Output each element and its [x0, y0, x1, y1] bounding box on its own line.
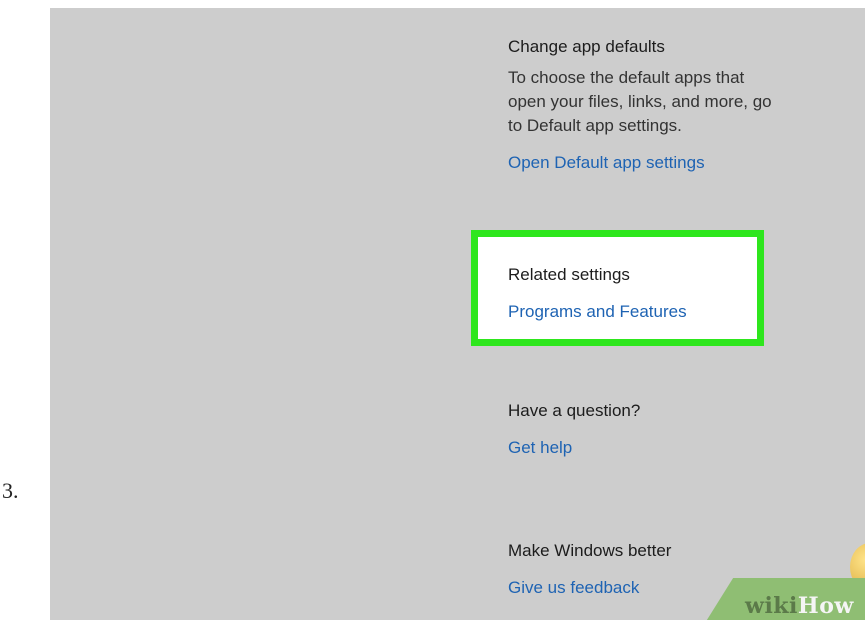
wikihow-logo-how: How: [797, 593, 854, 619]
programs-and-features-link[interactable]: Programs and Features: [508, 301, 687, 323]
give-us-feedback-link[interactable]: Give us feedback: [508, 577, 639, 599]
have-a-question-section: Have a question? Get help: [508, 400, 848, 459]
change-app-defaults-heading: Change app defaults: [508, 37, 665, 56]
change-app-defaults-section: Change app defaults To choose the defaul…: [508, 36, 848, 174]
settings-screenshot: Change app defaults To choose the defaul…: [50, 8, 865, 620]
open-default-app-settings-link[interactable]: Open Default app settings: [508, 152, 705, 174]
change-app-defaults-description: To choose the default apps that open you…: [508, 68, 772, 135]
get-help-link[interactable]: Get help: [508, 437, 572, 459]
wikihow-logo: wikiHow: [745, 593, 854, 619]
related-settings-section: Related settings Programs and Features: [508, 264, 848, 323]
related-settings-heading: Related settings: [508, 265, 630, 284]
make-windows-better-heading: Make Windows better: [508, 541, 672, 560]
step-number: 3.: [2, 478, 19, 503]
wikihow-logo-wiki: wiki: [745, 593, 798, 619]
have-a-question-heading: Have a question?: [508, 401, 641, 420]
